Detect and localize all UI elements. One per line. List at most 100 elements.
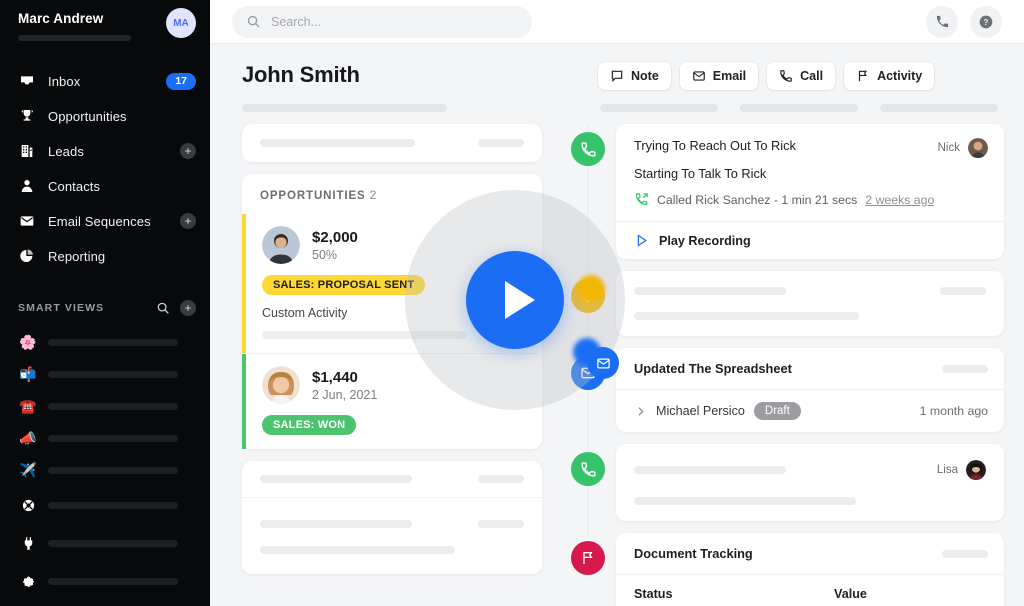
envelope-icon [571, 356, 605, 390]
action-skeletons [598, 104, 998, 112]
detail-card-skeleton[interactable] [242, 124, 542, 162]
gear-icon [18, 574, 38, 589]
smart-view-item[interactable]: 📬 [0, 361, 210, 387]
timeline-author: Lisa [937, 460, 986, 480]
phone-icon [780, 70, 792, 82]
columns: OPPORTUNITIES 2 $2,000 50% SALES: PROPOS… [230, 112, 1004, 606]
timeline-author: Nick [938, 138, 988, 158]
add-smart-view-button[interactable]: + [180, 300, 196, 316]
timeline-item-skeleton [560, 271, 1004, 350]
skeleton-line [260, 546, 455, 554]
megaphone-icon: 📣 [19, 430, 37, 446]
action-skeleton [740, 104, 858, 112]
main-panel: Search... ? John Smith Note Email Call A… [210, 0, 1024, 606]
sidebar-item-settings[interactable] [0, 568, 210, 594]
skeleton-value [940, 287, 986, 295]
timeline-row-name: Michael Persico [656, 404, 745, 418]
svg-text:?: ? [984, 18, 989, 27]
smart-view-label-skeleton [48, 466, 178, 474]
flag-icon [571, 541, 605, 575]
phone-icon [571, 132, 605, 166]
activity-button[interactable]: Activity [844, 62, 935, 90]
timeline-card[interactable] [616, 271, 1004, 336]
timeline-meta-text: Called Rick Sanchez - 1 min 21 secs [657, 192, 858, 207]
pie-chart-icon [18, 247, 36, 265]
skeleton-line [634, 497, 856, 505]
outgoing-call-icon [635, 193, 648, 206]
opportunity-row[interactable]: $2,000 50% SALES: PROPOSAL SENT Custom A… [242, 214, 542, 353]
smart-view-item[interactable]: ☎️ [0, 393, 210, 419]
timeline-card[interactable]: Updated The Spreadsheet Michael Persico … [616, 348, 1004, 432]
smart-view-item[interactable]: 🌸 [0, 329, 210, 355]
sidebar-item-label: Leads [48, 143, 84, 159]
sidebar-bottom-links [0, 492, 210, 606]
smart-views-list: 🌸 📬 ☎️ 📣 ✈️ [0, 329, 210, 489]
life-ring-icon [18, 498, 38, 513]
trophy-icon [18, 107, 36, 125]
sidebar-item-reporting[interactable]: Reporting [0, 242, 210, 270]
table-header: Status Value [616, 575, 1004, 606]
help-button[interactable]: ? [970, 5, 1002, 38]
phone-icon [571, 452, 605, 486]
call-button[interactable] [926, 5, 958, 38]
avatar[interactable]: MA [166, 8, 196, 38]
call-button[interactable]: Call [767, 62, 836, 90]
timeline-row[interactable]: Michael Persico Draft 1 month ago [616, 390, 1004, 432]
search-input[interactable]: Search... [232, 5, 532, 38]
opportunity-amount: $1,440 [312, 368, 358, 386]
sidebar-user[interactable]: Marc Andrew MA [0, 0, 210, 41]
opportunities-title: OPPORTUNITIES 2 [242, 188, 542, 214]
email-button-label: Email [712, 69, 747, 83]
details-card-skeleton[interactable] [242, 461, 542, 574]
author-name: Lisa [936, 464, 958, 476]
email-button[interactable]: Email [679, 62, 759, 90]
sidebar-item-integrations[interactable] [0, 530, 210, 556]
sidebar-item-email-sequences[interactable]: Email Sequences + [0, 207, 210, 235]
sidebar-item-inbox[interactable]: Inbox 17 [0, 67, 210, 95]
user-name: Marc Andrew [18, 11, 104, 26]
sidebar-item-label: Opportunities [48, 108, 127, 124]
opportunities-card: OPPORTUNITIES 2 $2,000 50% SALES: PROPOS… [242, 174, 542, 449]
play-icon [637, 234, 648, 247]
sidebar-bottom-label-skeleton [48, 501, 178, 509]
add-sequence-button[interactable]: + [180, 213, 196, 229]
sidebar-item-support[interactable] [0, 492, 210, 518]
opportunity-custom-activity: Custom Activity [262, 306, 348, 320]
sidebar-item-contacts[interactable]: Contacts [0, 172, 210, 200]
question-mark-icon: ? [979, 15, 993, 28]
smart-view-item[interactable]: 📣 [0, 425, 210, 451]
status-badge: SALES: PROPOSAL SENT [262, 275, 426, 295]
smart-view-item[interactable]: ✈️ [0, 457, 210, 483]
flower-icon: 🌸 [19, 334, 37, 350]
search-icon[interactable] [156, 301, 170, 315]
note-button[interactable]: Note [598, 62, 671, 90]
timeline-title: Document Tracking [634, 546, 753, 561]
play-recording-button[interactable]: Play Recording [616, 221, 1004, 259]
skeleton-value [478, 520, 524, 528]
activity-timeline: Trying To Reach Out To Rick Nick Startin… [560, 124, 1004, 606]
avatar-image [262, 366, 300, 404]
sidebar-item-leads[interactable]: Leads + [0, 137, 210, 165]
sidebar-item-opportunities[interactable]: Opportunities [0, 102, 210, 130]
timeline-card[interactable]: Lisa [616, 444, 1004, 521]
left-column: OPPORTUNITIES 2 $2,000 50% SALES: PROPOS… [242, 124, 542, 606]
timeline-card[interactable]: Trying To Reach Out To Rick Nick Startin… [616, 124, 1004, 259]
skeleton-line [634, 466, 786, 474]
timeline-timestamp[interactable]: 2 weeks ago [865, 193, 934, 207]
timeline-item-document-tracking: Document Tracking Status Value Send D [560, 533, 1004, 606]
add-lead-button[interactable]: + [180, 143, 196, 159]
smart-view-label-skeleton [48, 434, 178, 442]
contact-action-buttons: Note Email Call Activity [598, 62, 998, 90]
smart-views-header: SMART VIEWS + [0, 299, 210, 317]
status-badge: SALES: WON [262, 415, 357, 435]
timeline-meta: Called Rick Sanchez - 1 min 21 secs 2 we… [634, 192, 988, 207]
sidebar-item-label: Reporting [48, 248, 106, 264]
timeline-title: Trying To Reach Out To Rick [634, 138, 796, 153]
topbar: Search... ? [210, 0, 1024, 44]
opportunity-row[interactable]: $1,440 2 Jun, 2021 SALES: WON [242, 354, 542, 449]
sidebar-bottom-label-skeleton [48, 539, 178, 547]
column-header-value: Value [834, 587, 867, 601]
skeleton-line [260, 520, 412, 528]
timeline-card[interactable]: Document Tracking Status Value Send D [616, 533, 1004, 606]
inbox-icon [18, 72, 36, 90]
